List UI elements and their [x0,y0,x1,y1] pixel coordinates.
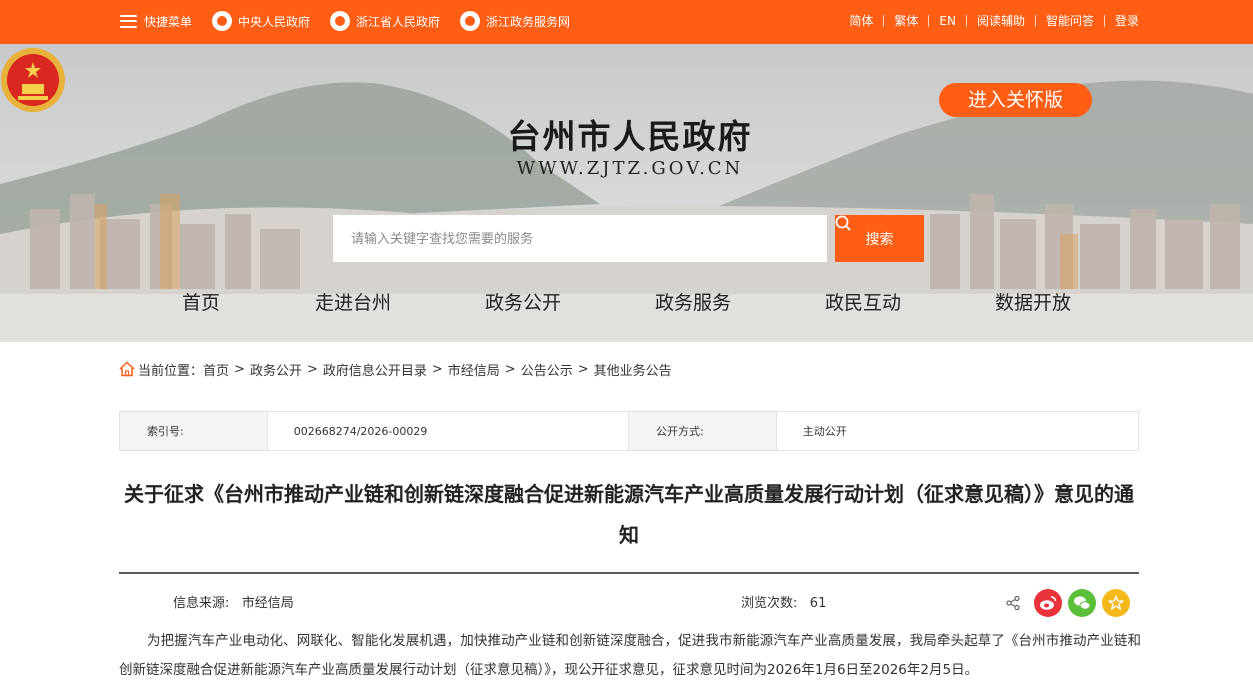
breadcrumb-separator: > [577,361,589,377]
favorite-icon [1108,595,1124,611]
wechat-icon [1074,596,1091,610]
link-zhejiang-service[interactable]: 浙江政务服务网 [460,11,570,31]
index-value: 002668274/2026-00029 [268,412,629,450]
top-bar: 快捷菜单 中央人民政府 浙江省人民政府 浙江政务服务网 简体 繁体 EN 阅读辅… [0,0,1253,44]
site-url: WWW.ZJTZ.GOV.CN [516,158,744,179]
breadcrumb-item[interactable]: 政府信息公开目录 [323,360,427,379]
share-bar [1005,589,1130,617]
nav-interaction[interactable]: 政民互动 [825,288,901,315]
breadcrumb-separator: > [234,361,245,377]
wechat-share-button[interactable] [1068,589,1096,617]
search-input[interactable] [333,215,827,262]
breadcrumb-separator: > [431,361,443,377]
share-icon[interactable] [1005,595,1021,611]
nav-about-taizhou[interactable]: 走进台州 [315,288,391,315]
source-value: 市经信局 [241,596,294,611]
emblem-icon [212,11,233,31]
info-source: 信息来源: 市经信局 [173,592,294,611]
article-body: 为把握汽车产业电动化、网联化、智能化发展机遇，加快推动产业链和创新链深度融合，促… [119,633,1141,678]
site-title: 台州市人民政府 [507,117,753,156]
breadcrumb-label: 当前位置： [138,363,204,379]
breadcrumb-separator: > [306,361,318,377]
zhejiang-logo-icon [460,11,481,31]
nav-open-data[interactable]: 数据开放 [995,288,1071,315]
breadcrumb-item[interactable]: 公告公示 [521,360,573,379]
care-version-button[interactable]: 进入关怀版 [939,83,1092,117]
home-icon [119,361,135,377]
favorite-button[interactable] [1102,589,1130,617]
breadcrumb-item[interactable]: 其他业务公告 [594,360,672,379]
publish-mode-label: 公开方式: [629,412,777,450]
weibo-icon [1040,596,1057,610]
main-nav: 首页 走进台州 政务公开 政务服务 政民互动 数据开放 [0,288,1253,318]
breadcrumb-item[interactable]: 市经信局 [448,360,500,379]
zhejiang-logo-icon [330,11,351,31]
lang-english[interactable]: EN [928,15,966,27]
link-zhejiang-government[interactable]: 浙江省人民政府 [330,11,440,31]
document-meta-table: 索引号: 002668274/2026-00029 公开方式: 主动公开 [119,411,1139,451]
search-icon [835,215,851,231]
breadcrumb-separator: > [504,361,516,377]
nav-gov-affairs-open[interactable]: 政务公开 [485,288,561,315]
lang-simplified[interactable]: 简体 [839,15,883,27]
title-divider [119,572,1139,574]
link-label: 浙江省人民政府 [356,14,441,29]
breadcrumb: 当前位置： 首页 > 政务公开 > 政府信息公开目录 > 市经信局 > 公告公示… [119,359,672,379]
quick-menu-label: 快捷菜单 [144,14,193,29]
article-title: 关于征求《台州市推动产业链和创新链深度融合促进新能源汽车产业高质量发展行动计划（… [124,482,1134,547]
breadcrumb-item[interactable]: 首页 [203,360,229,379]
info-views: 浏览次数: 61 [741,592,826,611]
lang-traditional[interactable]: 繁体 [883,15,928,27]
search-button-label: 搜索 [865,231,894,248]
views-value: 61 [809,596,827,611]
smart-qa-link[interactable]: 智能问答 [1034,15,1104,27]
nav-gov-services[interactable]: 政务服务 [655,288,731,315]
breadcrumb-item[interactable]: 政务公开 [250,360,302,379]
reading-assist-link[interactable]: 阅读辅助 [965,15,1035,27]
banner: 台州市人民政府 WWW.ZJTZ.GOV.CN 进入关怀版 搜索 首页 走进台州… [0,44,1253,342]
quick-menu-button[interactable]: 快捷菜单 [120,13,192,30]
link-label: 浙江政务服务网 [486,14,571,29]
link-central-government[interactable]: 中央人民政府 [212,11,310,31]
views-label: 浏览次数: [741,596,798,611]
nav-home[interactable]: 首页 [182,288,220,315]
source-label: 信息来源: [173,596,230,611]
index-label: 索引号: [120,412,268,450]
link-label: 中央人民政府 [238,14,311,29]
national-emblem-icon [1,48,65,112]
publish-mode-value: 主动公开 [802,425,847,438]
menu-icon [120,14,137,28]
weibo-share-button[interactable] [1034,589,1062,617]
login-link[interactable]: 登录 [1103,15,1139,27]
search-button[interactable]: 搜索 [835,215,924,262]
